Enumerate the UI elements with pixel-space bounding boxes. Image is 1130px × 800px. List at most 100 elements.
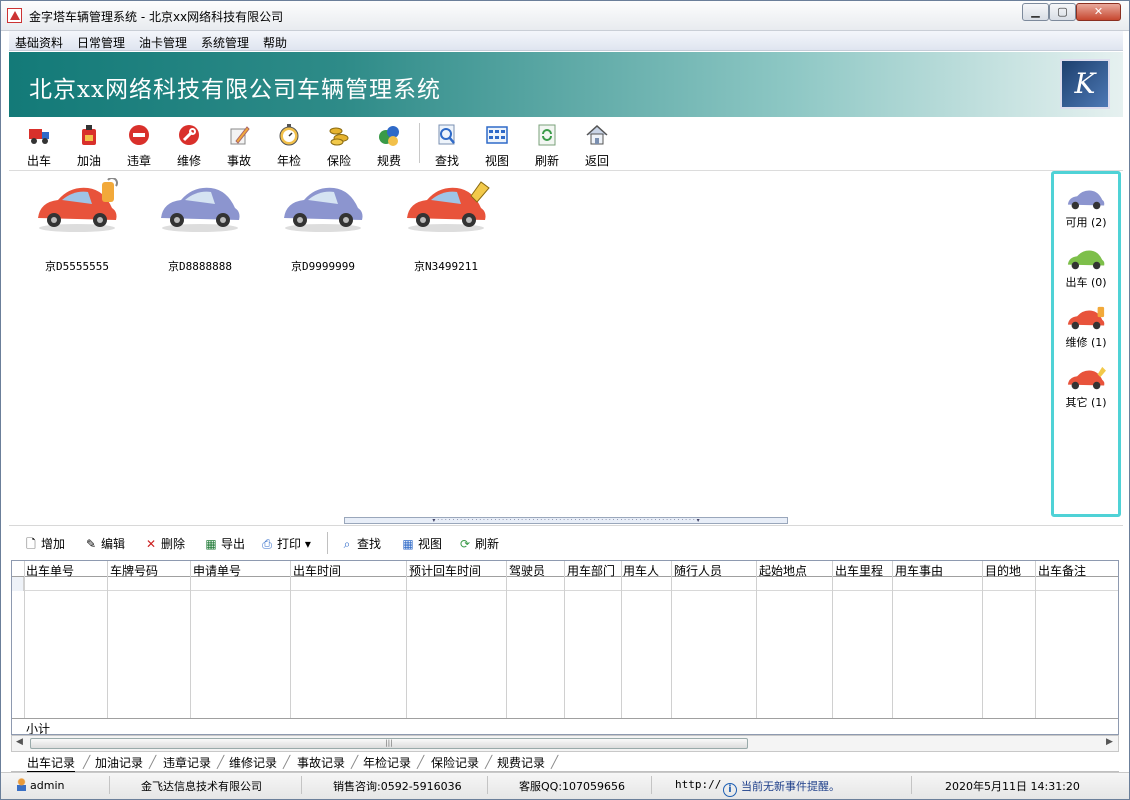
toolbar-insurance-label: 保险 xyxy=(326,154,351,168)
print-button[interactable]: ⎙ 打印 ▾ xyxy=(259,535,311,552)
view-button[interactable]: ▦ 视图 xyxy=(400,535,442,552)
toolbar-find-label: 查找 xyxy=(434,154,459,168)
minimize-button[interactable]: ▁ xyxy=(1022,3,1049,21)
menu-system[interactable]: 系统管理 xyxy=(201,34,249,51)
main-toolbar: 出车 加油 违章 维修 事故 年检 保险 规费 查找 视图 刷新 返回 xyxy=(9,117,1123,171)
panel-splitter-handle[interactable]: ▾ · · · · · · · · · · · · · · · · · · · … xyxy=(344,517,788,524)
scroll-left-arrow-icon[interactable]: ◀ xyxy=(16,737,23,747)
column-header[interactable]: 起始地点 xyxy=(759,562,807,579)
tab-accident-records[interactable]: 事故记录 xyxy=(297,754,345,771)
toolbar-violation-button[interactable]: 违章 xyxy=(117,120,161,170)
status-divider xyxy=(109,776,110,794)
column-header[interactable]: 用车人 xyxy=(623,562,659,579)
vehicle-card[interactable]: 京D9999999 xyxy=(273,178,373,273)
refresh-button[interactable]: ⟳ 刷新 xyxy=(457,535,499,552)
column-divider xyxy=(290,561,291,734)
toolbar-dispatch-button[interactable]: 出车 xyxy=(17,120,61,170)
record-tabs: 出车记录 ╱ 加油记录 ╱ 违章记录 ╱ 维修记录 ╱ 事故记录 ╱ 年检记录 … xyxy=(11,752,1119,773)
toolbar-back-button[interactable]: 返回 xyxy=(575,120,619,170)
excel-icon: ▦ xyxy=(205,537,217,551)
toolbar-annual-check-button[interactable]: 年检 xyxy=(267,120,311,170)
tab-violation-records[interactable]: 违章记录 xyxy=(163,754,211,771)
find-button[interactable]: ⌕ 查找 xyxy=(339,535,381,552)
toolbar-repair-button[interactable]: 维修 xyxy=(167,120,211,170)
export-button[interactable]: ▦ 导出 xyxy=(203,535,245,552)
magnifier-icon xyxy=(435,123,459,147)
toolbar-refresh-button[interactable]: 刷新 xyxy=(525,120,569,170)
column-header[interactable]: 出车里程 xyxy=(835,562,883,579)
column-header[interactable]: 车牌号码 xyxy=(110,562,158,579)
toolbar-fees-label: 规费 xyxy=(376,154,401,168)
company-logo-icon: K xyxy=(1060,59,1110,109)
tab-fee-records[interactable]: 规费记录 xyxy=(497,754,545,771)
column-header[interactable]: 驾驶员 xyxy=(509,562,545,579)
column-header[interactable]: 用车部门 xyxy=(567,562,615,579)
tab-divider: ╱ xyxy=(417,755,425,769)
toolbar-insurance-button[interactable]: 保险 xyxy=(317,120,361,170)
scroll-right-arrow-icon[interactable]: ▶ xyxy=(1106,737,1113,747)
tab-insurance-records[interactable]: 保险记录 xyxy=(431,754,479,771)
menu-help[interactable]: 帮助 xyxy=(263,34,287,51)
delete-button[interactable]: ✕ 删除 xyxy=(143,535,185,552)
column-divider xyxy=(892,561,893,734)
table-row[interactable] xyxy=(12,577,1118,591)
add-button[interactable]: 🗋 增加 xyxy=(23,535,65,556)
column-divider xyxy=(671,561,672,734)
status-other[interactable]: 其它 (1) xyxy=(1054,366,1118,410)
export-button-label: 导出 xyxy=(221,537,246,551)
toolbar-find-button[interactable]: 查找 xyxy=(425,120,469,170)
menu-daily-management[interactable]: 日常管理 xyxy=(77,34,125,51)
tab-annual-check-records[interactable]: 年检记录 xyxy=(363,754,411,771)
view-button-label: 视图 xyxy=(418,537,443,551)
magnifier-icon: ⌕ xyxy=(343,537,351,551)
print-dropdown-arrow-icon[interactable]: ▾ xyxy=(305,537,311,551)
pencil-icon xyxy=(227,123,251,147)
column-header[interactable]: 出车时间 xyxy=(293,562,341,579)
row-indicator xyxy=(12,577,24,591)
tab-repair-records[interactable]: 维修记录 xyxy=(229,754,277,771)
horizontal-scrollbar[interactable]: ◀ ||| ▶ xyxy=(11,735,1119,752)
app-logo-icon xyxy=(7,8,22,23)
column-header[interactable]: 申请单号 xyxy=(193,562,241,579)
edit-button[interactable]: ✎ 编辑 xyxy=(83,535,125,552)
menu-basic-data[interactable]: 基础资料 xyxy=(15,34,63,51)
vehicle-card[interactable]: 京N3499211 xyxy=(396,178,496,273)
no-entry-icon xyxy=(127,123,151,147)
toolbar-accident-button[interactable]: 事故 xyxy=(217,120,261,170)
vehicle-card[interactable]: 京D5555555 xyxy=(27,178,127,273)
window-title: 金字塔车辆管理系统 - 北京xx网络科技有限公司 xyxy=(29,10,284,24)
scrollbar-thumb[interactable]: ||| xyxy=(30,738,748,749)
column-divider xyxy=(564,561,565,734)
column-divider xyxy=(506,561,507,734)
car-available-icon xyxy=(1067,190,1105,210)
toolbar-view-button[interactable]: 视图 xyxy=(475,120,519,170)
tab-dispatch-records[interactable]: 出车记录 xyxy=(27,754,76,773)
status-dispatched[interactable]: 出车 (0) xyxy=(1054,246,1118,290)
support-contact: 客服QQ:107059656 xyxy=(519,780,626,793)
title-bar: 金字塔车辆管理系统 - 北京xx网络科技有限公司 ▁ ▢ ✕ xyxy=(1,1,1129,31)
close-button[interactable]: ✕ xyxy=(1076,3,1121,21)
column-header[interactable]: 预计回车时间 xyxy=(409,562,481,579)
status-divider xyxy=(651,776,652,794)
maximize-button[interactable]: ▢ xyxy=(1049,3,1076,21)
status-repair-label: 维修 (1) xyxy=(1065,336,1107,349)
delete-button-label: 删除 xyxy=(161,537,186,551)
vehicle-card[interactable]: 京D8888888 xyxy=(150,178,250,273)
column-header[interactable]: 目的地 xyxy=(985,562,1021,579)
toolbar-back-label: 返回 xyxy=(584,154,609,168)
toolbar-view-label: 视图 xyxy=(484,154,509,168)
status-available[interactable]: 可用 (2) xyxy=(1054,186,1118,230)
toolbar-refuel-button[interactable]: 加油 xyxy=(67,120,111,170)
column-header[interactable]: 用车事由 xyxy=(895,562,943,579)
toolbar-fees-button[interactable]: 规费 xyxy=(367,120,411,170)
column-header[interactable]: 出车备注 xyxy=(1038,562,1086,579)
tab-refuel-records[interactable]: 加油记录 xyxy=(95,754,143,771)
column-header[interactable]: 出车单号 xyxy=(26,562,74,579)
vehicle-plate: 京D9999999 xyxy=(291,260,355,273)
website-link[interactable]: http:// xyxy=(675,778,721,791)
event-notice: i 当前无新事件提醒。 xyxy=(723,778,840,797)
fuel-can-icon xyxy=(77,123,101,147)
status-repair[interactable]: 维修 (1) xyxy=(1054,306,1118,350)
menu-fuel-card[interactable]: 油卡管理 xyxy=(139,34,187,51)
column-header[interactable]: 随行人员 xyxy=(674,562,722,579)
